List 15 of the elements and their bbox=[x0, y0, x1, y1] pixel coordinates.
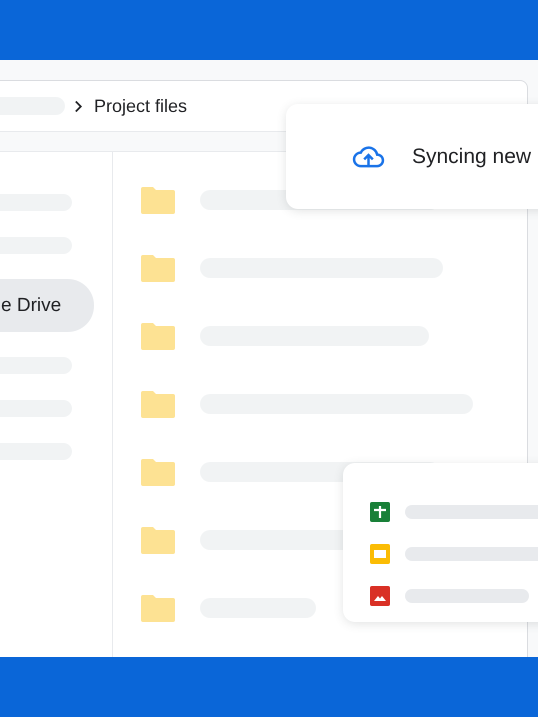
cloud-upload-icon bbox=[352, 144, 385, 169]
folder-icon bbox=[141, 458, 175, 486]
folder-icon bbox=[141, 390, 175, 418]
chevron-icon bbox=[74, 100, 83, 112]
folder-icon bbox=[141, 186, 175, 214]
image-icon bbox=[370, 586, 390, 606]
folder-icon bbox=[141, 322, 175, 350]
folder-icon bbox=[141, 594, 175, 622]
spreadsheet-icon bbox=[370, 502, 390, 522]
folder-icon bbox=[141, 526, 175, 554]
folder-icon bbox=[141, 254, 175, 282]
sidebar-item[interactable]: e Drive bbox=[0, 279, 94, 332]
slides-icon bbox=[370, 544, 390, 564]
sync-status-text: Syncing new bbox=[412, 144, 532, 168]
breadcrumb-current: Project files bbox=[94, 96, 188, 116]
